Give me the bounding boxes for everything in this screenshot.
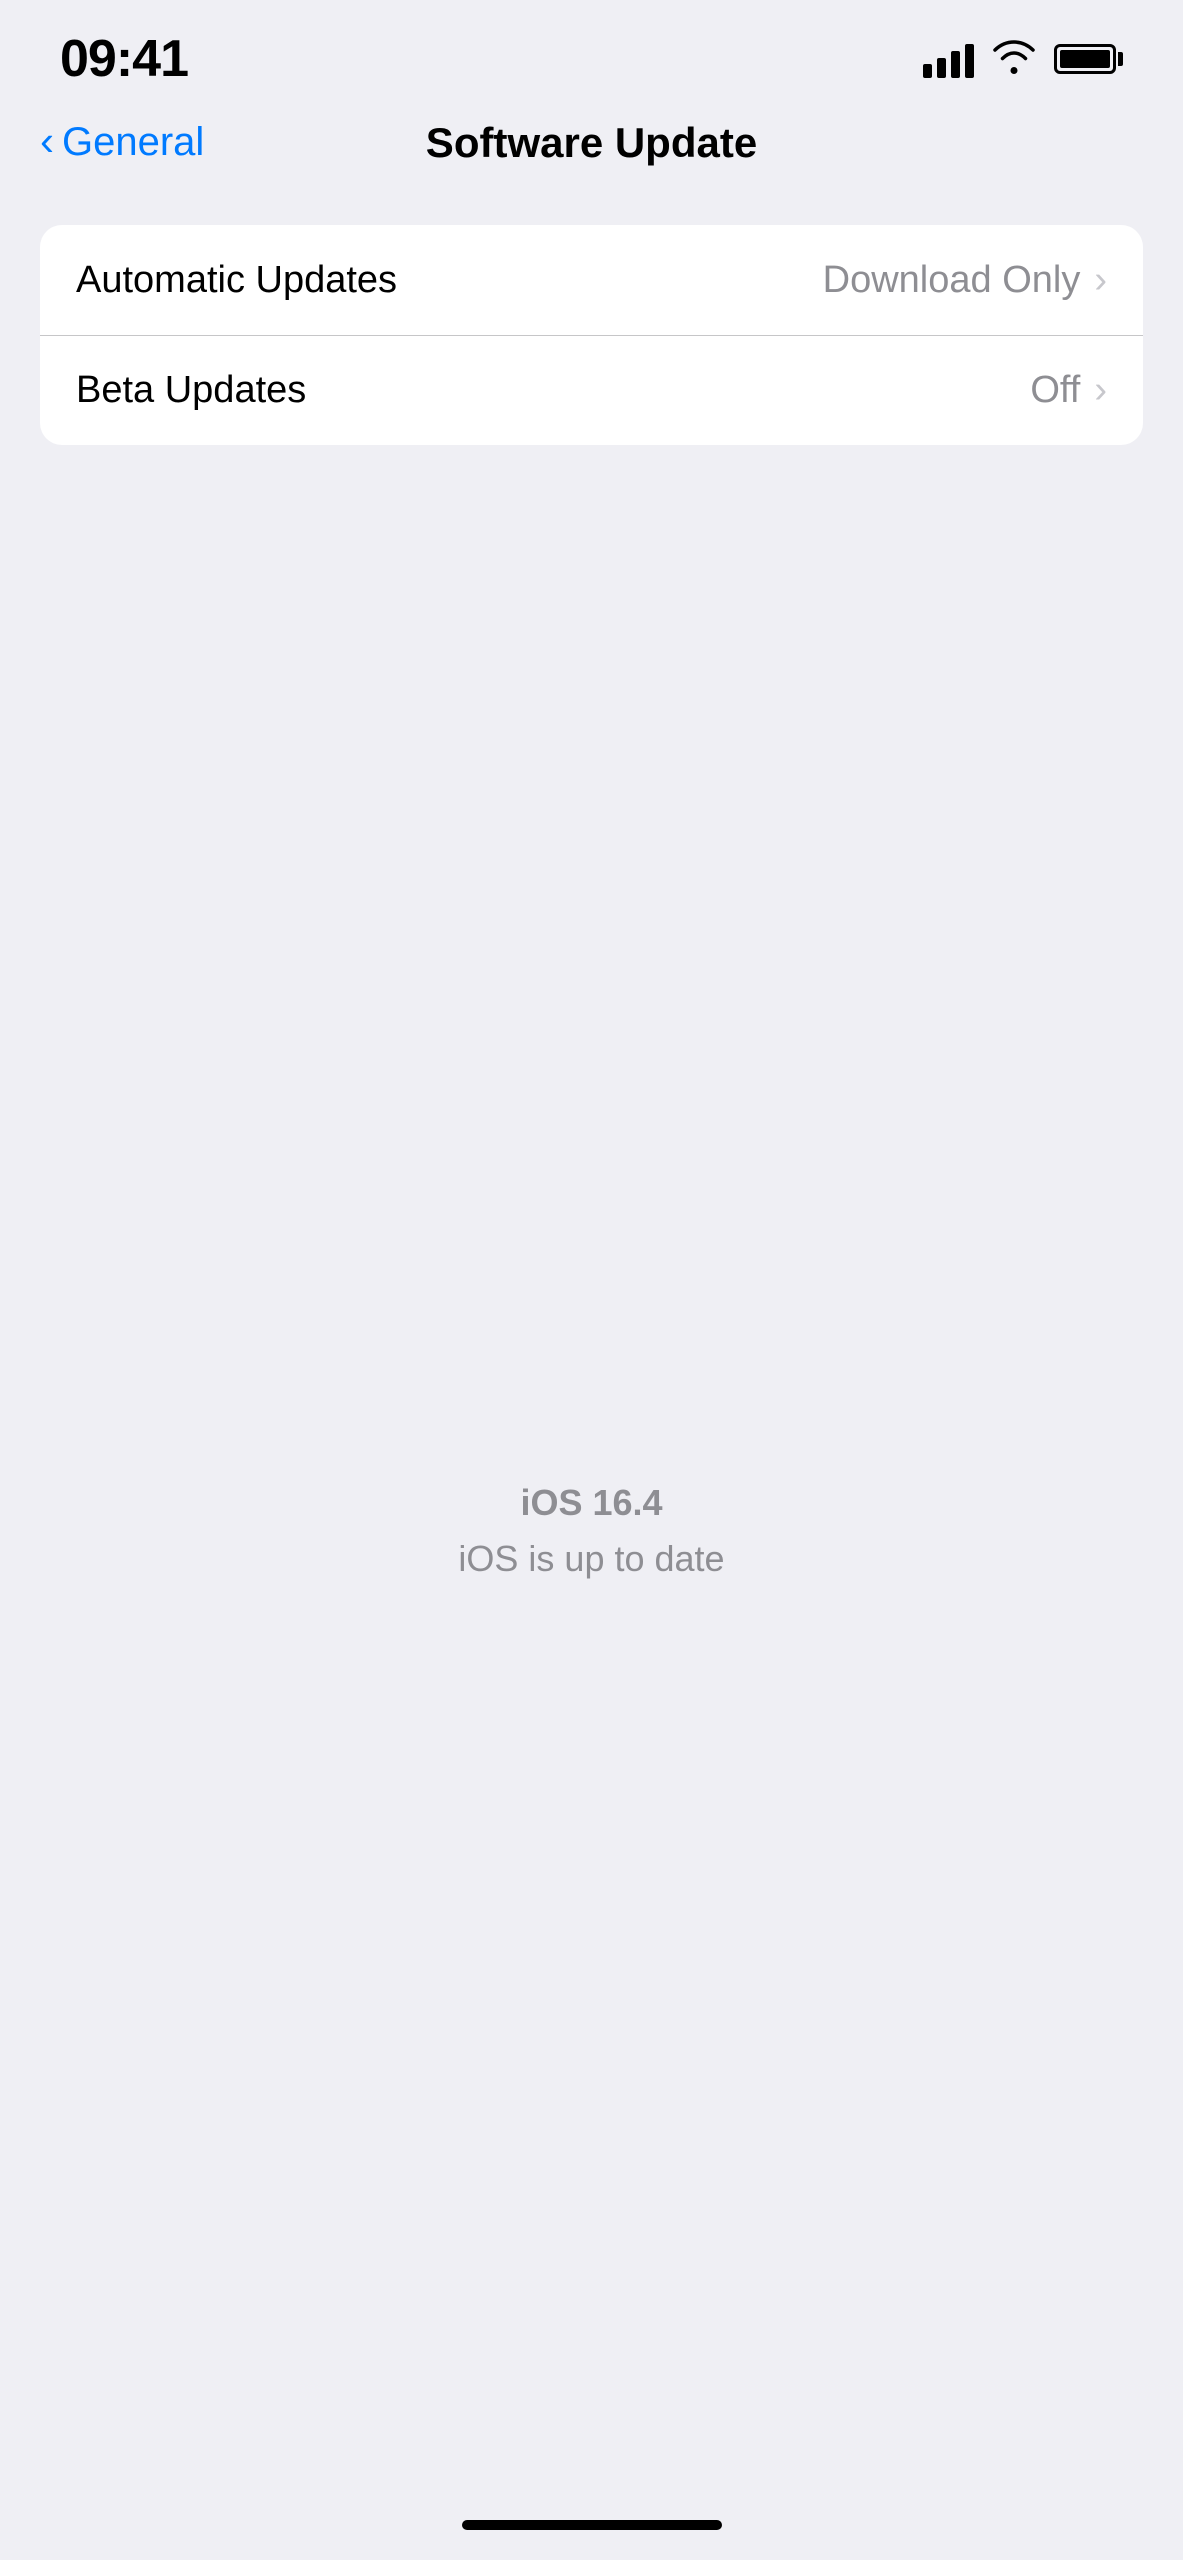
- back-label: General: [62, 120, 204, 165]
- center-info: iOS 16.4 iOS is up to date: [0, 1482, 1183, 1580]
- page-title: Software Update: [426, 119, 757, 167]
- beta-updates-value: Off: [1030, 369, 1080, 412]
- nav-header: ‹ General Software Update: [0, 100, 1183, 195]
- status-bar: 09:41: [0, 0, 1183, 100]
- battery-icon: [1054, 44, 1123, 74]
- signal-bar-3: [951, 51, 960, 78]
- beta-updates-chevron-icon: ›: [1094, 369, 1107, 412]
- home-indicator: [462, 2520, 722, 2530]
- signal-bar-4: [965, 44, 974, 78]
- signal-bar-2: [937, 58, 946, 78]
- automatic-updates-label: Automatic Updates: [76, 259, 397, 302]
- automatic-updates-right: Download Only ›: [823, 259, 1107, 302]
- ios-version: iOS 16.4: [520, 1482, 662, 1524]
- status-time: 09:41: [60, 29, 188, 89]
- back-chevron-icon: ‹: [40, 120, 54, 162]
- ios-status: iOS is up to date: [458, 1538, 724, 1580]
- beta-updates-row[interactable]: Beta Updates Off ›: [40, 335, 1143, 445]
- automatic-updates-row[interactable]: Automatic Updates Download Only ›: [40, 225, 1143, 335]
- beta-updates-right: Off ›: [1030, 369, 1107, 412]
- automatic-updates-value: Download Only: [823, 259, 1081, 302]
- wifi-icon: [992, 40, 1036, 79]
- signal-icon: [923, 40, 974, 78]
- beta-updates-label: Beta Updates: [76, 369, 306, 412]
- status-icons: [923, 40, 1123, 79]
- settings-section: Automatic Updates Download Only › Beta U…: [40, 225, 1143, 445]
- back-button[interactable]: ‹ General: [40, 120, 204, 165]
- signal-bar-1: [923, 64, 932, 78]
- automatic-updates-chevron-icon: ›: [1094, 259, 1107, 302]
